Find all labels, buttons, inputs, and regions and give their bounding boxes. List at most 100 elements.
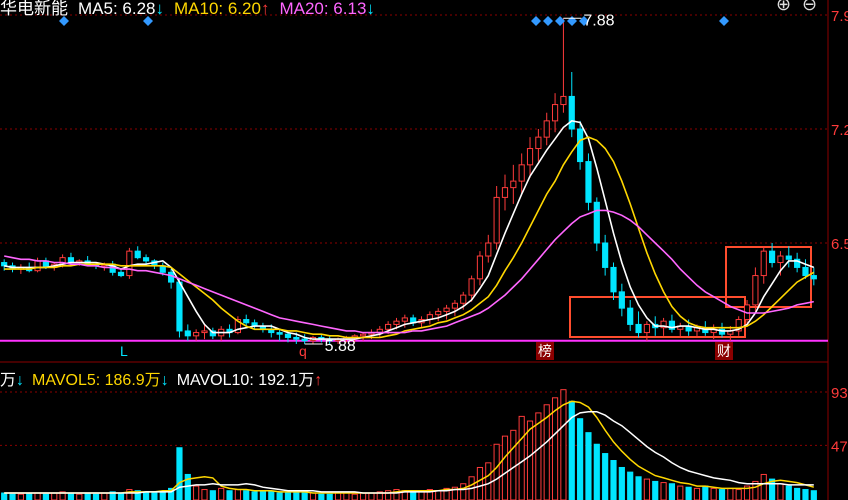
- candle-body-35: [293, 336, 300, 340]
- volume-bar-55: [460, 483, 467, 500]
- ma10-value: MA10: 6.20: [174, 0, 261, 18]
- volume-bar-42: [351, 493, 358, 500]
- volume-bar-39: [326, 493, 333, 500]
- volume-bar-34: [284, 492, 292, 500]
- volume-bar-14: [117, 492, 125, 500]
- candle-body-16: [134, 250, 141, 259]
- volume-bar-63: [526, 420, 534, 500]
- volume-bar-78: [652, 480, 659, 500]
- volume-bar-30: [251, 491, 258, 500]
- candle-body-47: [393, 320, 400, 325]
- candle-body-36: [301, 338, 308, 342]
- ma-line-ma10: [4, 136, 815, 339]
- volume-bar-32: [268, 491, 275, 500]
- candle-body-63: [526, 148, 534, 166]
- candle-body-72: [602, 242, 609, 268]
- zoom-in-button[interactable]: ⊕: [776, 0, 791, 15]
- ma-line-ma5: [4, 120, 815, 340]
- price-header: 华电新能 MA5: 6.28↓ MA10: 6.20↑ MA20: 6.13↓: [0, 0, 385, 18]
- ma20-value: MA20: 6.13: [279, 0, 367, 18]
- volume-bar-93: [777, 483, 784, 500]
- candle-body-74: [618, 291, 625, 309]
- volume-bar-33: [276, 492, 283, 500]
- volume-bar-18: [151, 492, 158, 500]
- volume-bar-76: [635, 476, 642, 500]
- candle-body-55: [460, 294, 467, 304]
- candle-body-0: [1, 262, 8, 267]
- volume-bar-15: [126, 489, 133, 500]
- volume-bar-35: [293, 491, 300, 500]
- tag-l: L: [120, 343, 128, 359]
- candle-body-64: [535, 136, 542, 150]
- ma-line-ma20: [4, 209, 814, 334]
- volume-bar-43: [360, 492, 367, 500]
- candle-body-92: [769, 250, 776, 264]
- candle-body-73: [610, 266, 617, 293]
- ma10-arrow: ↑: [260, 0, 270, 18]
- volume-bar-79: [660, 482, 667, 500]
- volume-bar-71: [593, 443, 600, 500]
- candle-body-90: [752, 275, 759, 306]
- mavol5-arrow: ↓: [160, 372, 169, 389]
- volume-bar-36: [301, 492, 308, 500]
- volume-bar-70: [585, 432, 592, 500]
- volume-bar-11: [92, 493, 100, 500]
- volume-bar-59: [493, 443, 500, 500]
- candle-body-60: [501, 187, 509, 198]
- volume-bar-66: [551, 397, 559, 500]
- volume-bar-31: [259, 490, 267, 500]
- mavol10-value: MAVOL10: 192.1万: [176, 372, 315, 389]
- zoom-out-button[interactable]: ⊖: [802, 0, 817, 15]
- volume-tick-1: 47: [831, 438, 848, 455]
- tag-bang[interactable]: 榜: [538, 343, 552, 359]
- volume-bar-60: [501, 435, 509, 500]
- candle-body-75: [627, 307, 634, 325]
- candle-body-14: [117, 271, 125, 277]
- volume-bar-0: [1, 492, 8, 500]
- volume-bar-82: [685, 486, 692, 500]
- volume-prefix-unit: 万: [0, 372, 17, 389]
- grid-lines: [0, 0, 829, 500]
- ma20-arrow: ↓: [366, 0, 375, 18]
- volume-bar-83: [693, 487, 701, 500]
- candlestick-series: [1, 18, 817, 344]
- event-marker-5: [567, 16, 577, 26]
- candle-body-71: [593, 201, 600, 244]
- volume-bar-12: [101, 492, 108, 500]
- mavol5-label: MAVOL5: 186.9万↓: [32, 372, 169, 389]
- candle-body-15: [126, 250, 133, 277]
- volume-bar-64: [535, 412, 542, 500]
- volume-bar-3: [26, 492, 33, 500]
- volume-bar-87: [727, 487, 734, 500]
- volume-header: 万↓ MAVOL5: 186.9万↓ MAVOL10: 192.1万↑: [0, 366, 330, 390]
- volume-bar-49: [410, 491, 417, 500]
- volume-bar-96: [802, 489, 809, 500]
- volume-bar-37: [309, 492, 317, 500]
- event-marker-7: [719, 16, 729, 26]
- volume-bar-69: [577, 418, 584, 500]
- price-tick-1: 7.2: [831, 122, 848, 139]
- chart-canvas[interactable]: 7.88 5.88 榜 财 L q 7.9 7.2 6.5 93 47: [0, 0, 848, 500]
- ma5-value: MA5: 6.28: [78, 0, 156, 18]
- candle-body-61: [510, 180, 517, 189]
- volume-bar-6: [51, 492, 58, 500]
- volume-bar-73: [610, 460, 617, 500]
- candle-body-91: [760, 250, 767, 277]
- volume-bar-61: [510, 429, 517, 500]
- volume-average-lines: [4, 400, 815, 494]
- candle-body-67: [560, 95, 567, 106]
- volume-line-mavol5: [4, 400, 815, 494]
- volume-bar-17: [142, 491, 150, 500]
- ma5-label: MA5: 6.28↓: [78, 0, 164, 18]
- volume-bar-19: [159, 491, 166, 500]
- price-tick-0: 7.9: [831, 8, 848, 25]
- volume-bar-41: [343, 492, 350, 500]
- candle-body-54: [451, 302, 458, 309]
- volume-bar-97: [810, 490, 817, 500]
- volume-tick-0: 93: [831, 385, 848, 402]
- candle-body-17: [142, 257, 150, 262]
- volume-bar-5: [42, 493, 49, 500]
- tag-cai[interactable]: 财: [717, 343, 731, 359]
- volume-bar-26: [218, 487, 225, 500]
- volume-bar-57: [476, 466, 484, 500]
